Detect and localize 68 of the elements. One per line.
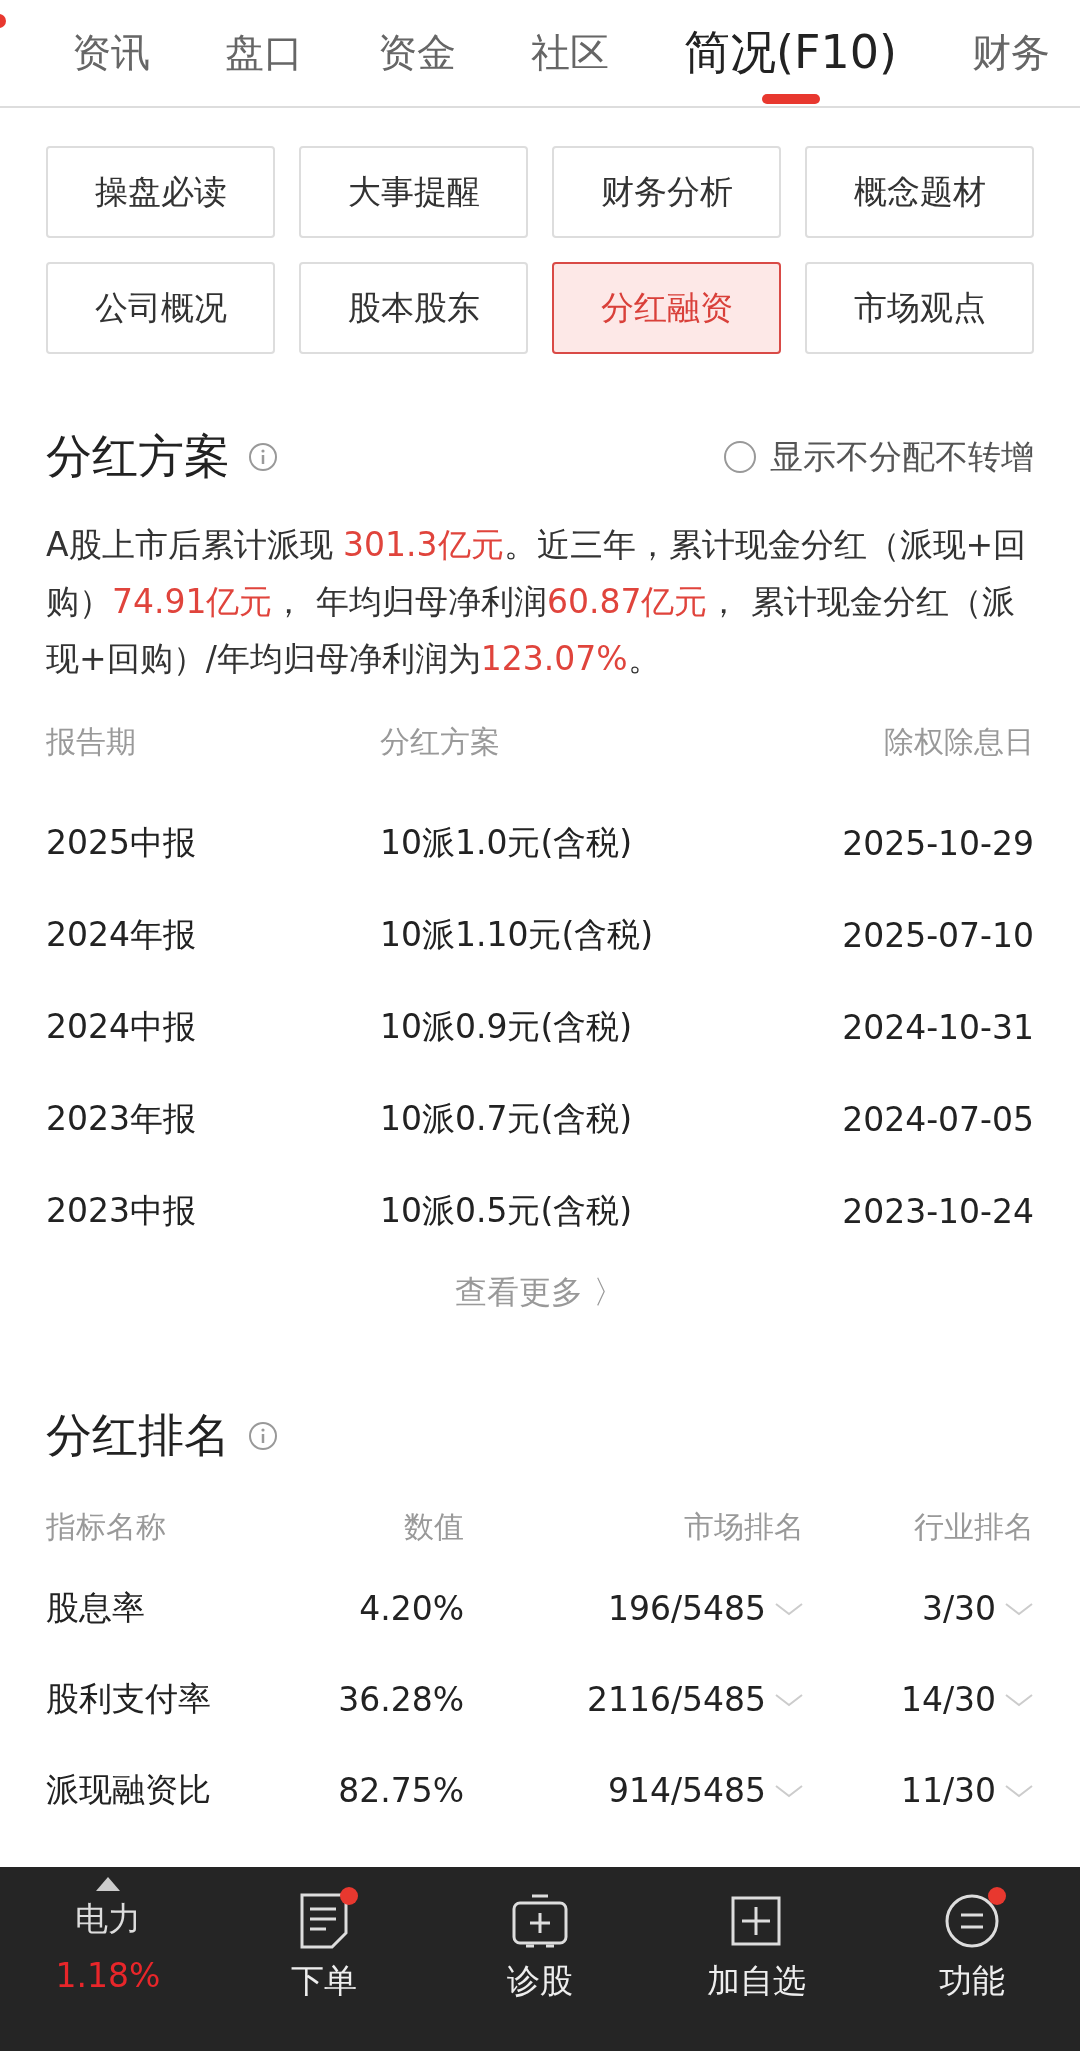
table-cell-text: 股利支付率 — [46, 1678, 212, 1720]
column-header: 报告期 — [46, 722, 137, 761]
category-button[interactable]: 分红融资 — [552, 262, 781, 354]
table-cell-text: 10派1.10元(含税) — [380, 913, 655, 956]
table-cell-text: 2023中报 — [46, 1189, 197, 1232]
column-header: 市场排名 — [683, 1507, 804, 1546]
toolbar-button[interactable]: 加自选 — [648, 1877, 864, 2004]
stock-change: 1.18% — [55, 1956, 161, 1995]
column-header: 行业排名 — [913, 1507, 1034, 1546]
category-button[interactable]: 公司概况 — [46, 262, 275, 354]
table-cell: 196/5485 — [607, 1589, 766, 1628]
table-cell-text: 2024年报 — [46, 913, 197, 956]
toolbar-button[interactable]: 诊股 — [432, 1877, 648, 2004]
summary-text: A股上市后累计派现 301.3亿元。近三年，累计现金分红（派现+回购）74.91亿元， 年均归母净利润60.87亿元， 累计现金分红（派现+回购）/年均归母净利润为123.07%。 — [46, 524, 1028, 680]
table-cell-text: 2024-07-05 — [841, 1099, 1034, 1139]
chevron-down-icon[interactable] — [1004, 1782, 1034, 1799]
table-cell-text: 2025中报 — [46, 821, 197, 864]
table-cell-text: 2023年报 — [46, 1097, 197, 1140]
column-header: 数值 — [403, 1507, 464, 1546]
filter-label: 显示不分配不转增 — [770, 435, 1034, 478]
table-cell-text: 2025-10-29 — [841, 823, 1034, 863]
chevron-down-icon[interactable] — [1004, 1691, 1034, 1708]
table-cell-text: 2023-10-24 — [841, 1191, 1034, 1231]
toolbar-button[interactable]: 下单 — [216, 1877, 432, 2004]
tab[interactable]: 财务 — [971, 0, 1050, 106]
info-icon — [248, 442, 278, 472]
table-cell: 914/5485 — [607, 1771, 766, 1810]
table-cell-text: 2024中报 — [46, 1005, 197, 1048]
table-cell-text: 10派0.5元(含税) — [380, 1189, 634, 1232]
table-cell: 11/30 — [900, 1771, 996, 1810]
category-button[interactable]: 概念题材 — [805, 146, 1034, 238]
chevron-down-icon[interactable] — [774, 1782, 804, 1799]
table-cell-text: 派现融资比 — [46, 1769, 212, 1811]
info-icon — [248, 1421, 278, 1451]
tab[interactable]: 资讯 — [72, 0, 150, 106]
table-cell-text: 股息率 — [46, 1587, 146, 1629]
table-cell: 14/30 — [900, 1680, 996, 1719]
column-header: 指标名称 — [46, 1507, 167, 1546]
table-cell-text: 82.75% — [337, 1771, 464, 1810]
category-button[interactable]: 财务分析 — [552, 146, 781, 238]
table-cell-text: 4.20% — [358, 1589, 464, 1628]
section-title: 分红方案 — [46, 428, 230, 485]
tab[interactable]: 社区 — [531, 0, 610, 106]
tab[interactable]: 盘口 — [225, 0, 303, 106]
tab[interactable]: 简况(F10) — [684, 0, 897, 106]
table-cell-text: 10派0.9元(含税) — [380, 1005, 634, 1048]
section-title: 分红排名 — [46, 1407, 230, 1464]
table-cell-text: 36.28% — [337, 1680, 464, 1719]
tab[interactable]: 资金 — [378, 0, 457, 106]
chevron-down-icon[interactable] — [774, 1691, 804, 1708]
category-button[interactable]: 大事提醒 — [299, 146, 528, 238]
column-header: 除权除息日 — [883, 722, 1034, 761]
toolbar-button[interactable]: 功能 — [864, 1877, 1080, 2004]
table-cell: 2116/5485 — [586, 1680, 766, 1719]
table-cell-text: 10派1.0元(含税) — [380, 821, 634, 864]
chevron-down-icon[interactable] — [1004, 1600, 1034, 1617]
table-cell-text: 2024-10-31 — [841, 1007, 1034, 1047]
column-header: 分红方案 — [380, 722, 501, 761]
category-button[interactable]: 股本股东 — [299, 262, 528, 354]
up-triangle-icon — [96, 1877, 120, 1891]
table-cell-text: 10派0.7元(含税) — [380, 1097, 634, 1140]
radio-button[interactable] — [724, 441, 756, 473]
category-button[interactable]: 市场观点 — [805, 262, 1034, 354]
table-cell-text: 2025-07-10 — [841, 915, 1034, 955]
chevron-down-icon[interactable] — [774, 1600, 804, 1617]
category-button[interactable]: 操盘必读 — [46, 146, 275, 238]
stock-name: 电力 — [75, 1898, 141, 1940]
table-cell: 3/30 — [921, 1589, 996, 1628]
